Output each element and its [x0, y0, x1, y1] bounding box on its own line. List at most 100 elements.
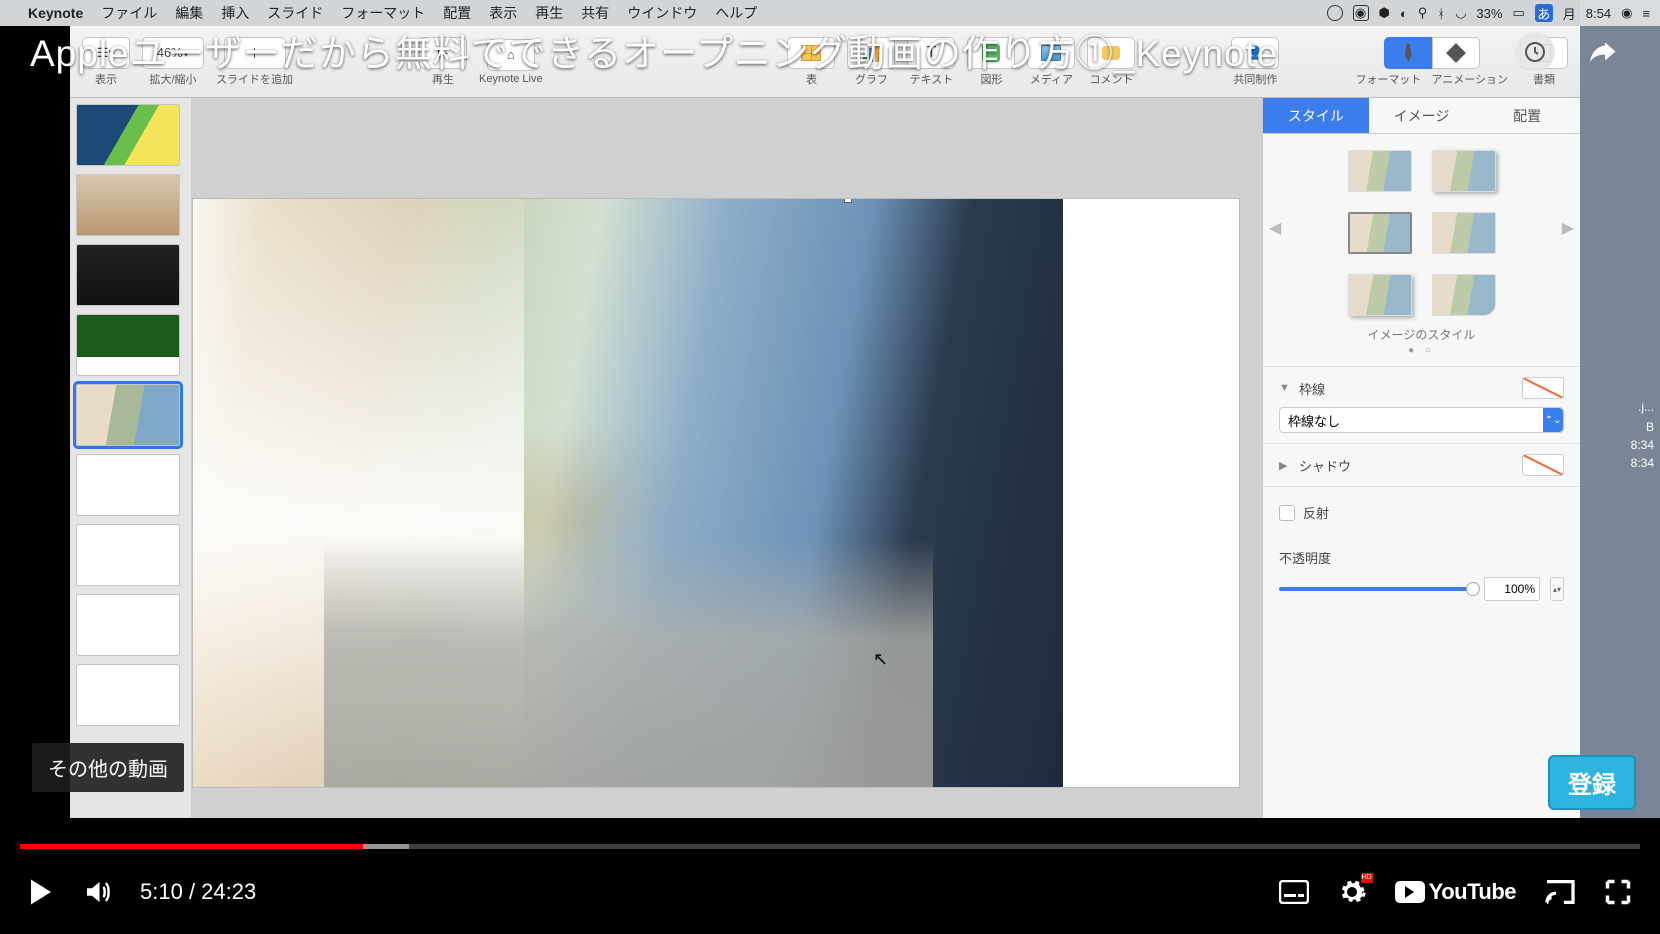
- play-video-button[interactable]: [28, 877, 54, 907]
- slide-thumb-2[interactable]: [76, 174, 180, 236]
- opacity-stepper[interactable]: ▴▾: [1550, 577, 1564, 601]
- subscribe-button[interactable]: 登録: [1548, 755, 1636, 810]
- selected-image[interactable]: [193, 199, 1063, 787]
- watch-later-button[interactable]: [1515, 32, 1555, 72]
- time-display: 5:10 / 24:23: [140, 879, 256, 905]
- menu-help[interactable]: ヘルプ: [715, 3, 757, 23]
- volume-button[interactable]: [82, 877, 112, 907]
- youtube-logo-button[interactable]: YouTube: [1395, 879, 1516, 905]
- mouse-cursor-icon: ↖: [873, 649, 888, 670]
- inspector-tabs: スタイル イメージ 配置: [1263, 98, 1580, 134]
- status-area: ◉ ⬢ ◐ ⚲ ᚼ ◡ 33% ▭ あ 月 8:54 ◉ ≡: [1327, 4, 1651, 23]
- spotlight-icon[interactable]: ⚲: [1418, 5, 1428, 21]
- video-controls: 5:10 / 24:23 HD YouTube: [0, 849, 1660, 934]
- hd-badge: HD: [1361, 873, 1373, 883]
- preset-3[interactable]: [1348, 212, 1412, 254]
- reflection-section: 反射: [1263, 486, 1580, 538]
- desktop-file-name: .j...: [1638, 400, 1654, 414]
- clock-day: 月: [1563, 4, 1576, 23]
- menu-file[interactable]: ファイル: [101, 3, 157, 23]
- app-icon[interactable]: ◉: [1353, 5, 1369, 21]
- menu-view[interactable]: 表示: [489, 3, 517, 23]
- other-videos-tooltip: その他の動画: [32, 743, 184, 792]
- current-slide[interactable]: ↖: [192, 198, 1240, 788]
- slider-knob[interactable]: [1466, 582, 1480, 596]
- fullscreen-button[interactable]: [1604, 878, 1632, 906]
- app-name[interactable]: Keynote: [28, 5, 83, 21]
- bluetooth-icon[interactable]: ᚼ: [1437, 6, 1445, 21]
- desktop-file-time2: 8:34: [1631, 456, 1654, 470]
- clock-icon: [1523, 40, 1547, 64]
- shadow-label: シャドウ: [1299, 456, 1351, 475]
- border-select[interactable]: 枠線なし ⌃⌄: [1279, 407, 1564, 433]
- captions-button[interactable]: [1279, 880, 1309, 904]
- border-disclosure-icon[interactable]: ▼: [1279, 382, 1291, 394]
- slide-thumb-1[interactable]: [76, 104, 180, 166]
- image-styles-label: イメージのスタイル: [1263, 322, 1580, 345]
- preset-2[interactable]: [1432, 150, 1496, 192]
- menu-format[interactable]: フォーマット: [341, 3, 425, 23]
- slide-navigator[interactable]: [70, 98, 192, 818]
- cast-button[interactable]: [1544, 879, 1576, 905]
- clock-time: 8:54: [1586, 6, 1611, 21]
- tab-image[interactable]: イメージ: [1369, 98, 1475, 133]
- tab-arrange[interactable]: 配置: [1474, 98, 1580, 133]
- border-swatch-none[interactable]: [1522, 377, 1564, 399]
- menu-insert[interactable]: 挿入: [221, 3, 249, 23]
- preset-6[interactable]: [1432, 274, 1496, 316]
- youtube-play-icon: [1395, 881, 1425, 903]
- menu-play[interactable]: 再生: [535, 3, 563, 23]
- slide-thumb-5[interactable]: [76, 384, 180, 446]
- menu-edit[interactable]: 編集: [175, 3, 203, 23]
- select-caret-icon: ⌃⌄: [1543, 408, 1563, 432]
- opacity-input[interactable]: [1484, 577, 1540, 601]
- menu-share[interactable]: 共有: [581, 3, 609, 23]
- creative-cloud-icon[interactable]: ◐: [1400, 6, 1408, 21]
- preset-4[interactable]: [1432, 212, 1496, 254]
- battery-icon: ▭: [1512, 5, 1524, 21]
- screen-record-icon[interactable]: [1327, 5, 1343, 21]
- slide-thumb-8[interactable]: [76, 594, 180, 656]
- slide-thumb-3[interactable]: [76, 244, 180, 306]
- shadow-disclosure-icon[interactable]: ▶: [1279, 459, 1291, 472]
- slide-thumb-6[interactable]: [76, 454, 180, 516]
- resize-handle-top[interactable]: [844, 199, 852, 203]
- desktop-files-peek: .j... B 8:34 8:34: [1580, 0, 1660, 818]
- desktop-file-size: B: [1646, 420, 1654, 434]
- slide-thumb-9[interactable]: [76, 664, 180, 726]
- siri-icon[interactable]: ◉: [1621, 5, 1632, 21]
- format-inspector: スタイル イメージ 配置 ◀ ▶ イメージのスタイル ● ○ ▼ 枠線 枠線なし…: [1262, 98, 1580, 818]
- dropbox-icon[interactable]: ⬢: [1379, 5, 1390, 21]
- desktop-file-time1: 8:34: [1631, 438, 1654, 452]
- slide-thumb-7[interactable]: [76, 524, 180, 586]
- preset-next-icon[interactable]: ▶: [1556, 218, 1580, 238]
- style-presets: [1287, 134, 1555, 322]
- reflection-checkbox[interactable]: [1279, 505, 1295, 521]
- preset-1[interactable]: [1348, 150, 1412, 192]
- menu-arrange[interactable]: 配置: [443, 3, 471, 23]
- battery-pct: 33%: [1476, 6, 1502, 21]
- share-button[interactable]: [1584, 35, 1620, 71]
- border-value: 枠線なし: [1288, 411, 1340, 430]
- preset-5[interactable]: [1348, 274, 1412, 316]
- preset-prev-icon[interactable]: ◀: [1263, 218, 1287, 238]
- share-arrow-icon: [1584, 35, 1620, 71]
- opacity-slider[interactable]: [1279, 587, 1474, 591]
- shadow-swatch-none[interactable]: [1522, 454, 1564, 476]
- wifi-icon[interactable]: ◡: [1455, 5, 1466, 21]
- slide-canvas[interactable]: ↖: [192, 98, 1340, 818]
- tab-style[interactable]: スタイル: [1263, 98, 1369, 133]
- menu-window[interactable]: ウインドウ: [627, 3, 697, 23]
- menu-slide[interactable]: スライド: [267, 3, 323, 23]
- border-section: ▼ 枠線 枠線なし ⌃⌄: [1263, 366, 1580, 443]
- reflection-label: 反射: [1303, 503, 1329, 522]
- preset-page-dots[interactable]: ● ○: [1263, 345, 1580, 366]
- ime-indicator[interactable]: あ: [1535, 4, 1553, 22]
- settings-button[interactable]: HD: [1337, 877, 1367, 907]
- border-label: 枠線: [1299, 379, 1325, 398]
- opacity-label: 不透明度: [1279, 548, 1564, 567]
- opacity-section: 不透明度 ▴▾: [1263, 538, 1580, 611]
- slide-thumb-4[interactable]: [76, 314, 180, 376]
- shadow-section: ▶ シャドウ: [1263, 443, 1580, 486]
- notification-center-icon[interactable]: ≡: [1642, 6, 1650, 21]
